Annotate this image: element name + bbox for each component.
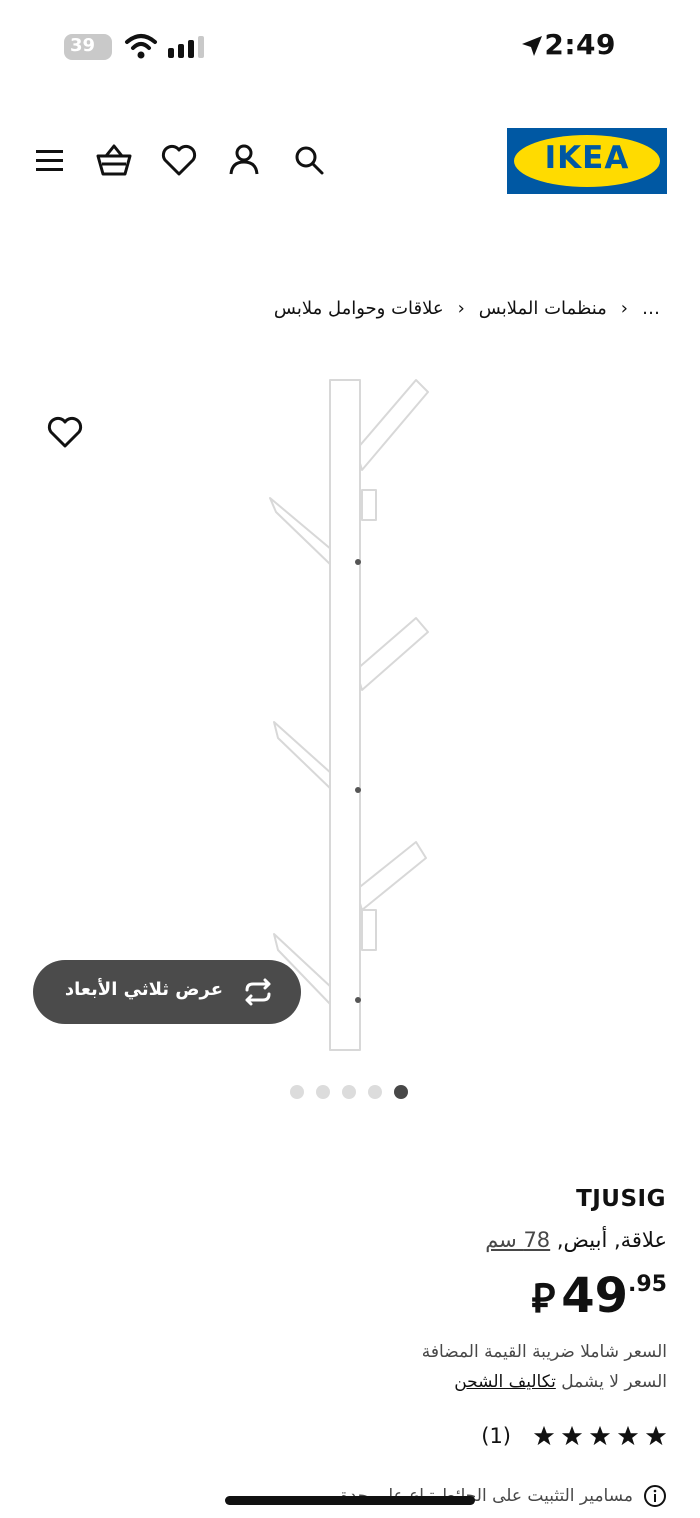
carousel-dot[interactable] — [368, 1085, 382, 1099]
star-icon — [617, 1425, 639, 1446]
view-3d-button[interactable]: عرض ثلاثي الأبعاد — [33, 960, 301, 1024]
shipping-costs-link[interactable]: تكاليف الشحن — [454, 1372, 556, 1392]
favorites-icon[interactable] — [159, 140, 199, 180]
logo-text: IKEA — [544, 140, 630, 176]
breadcrumb-ellipsis[interactable]: … — [642, 298, 660, 319]
product-image[interactable] — [250, 370, 450, 1060]
add-to-favorites-icon[interactable] — [46, 414, 84, 450]
shipping-note: السعر لا يشمل تكاليف الشحن — [454, 1372, 667, 1392]
chevron-left-icon: ‹ — [620, 298, 628, 319]
carousel-dot[interactable] — [290, 1085, 304, 1099]
carousel-dot-active[interactable] — [394, 1085, 408, 1099]
star-icon — [561, 1425, 583, 1446]
star-icon — [589, 1425, 611, 1446]
carousel-dot[interactable] — [316, 1085, 330, 1099]
shipping-prefix: السعر لا يشمل — [561, 1372, 667, 1392]
carousel-dot[interactable] — [342, 1085, 356, 1099]
riyal-currency-icon: ⃁ — [531, 1276, 556, 1322]
menu-icon[interactable] — [30, 140, 70, 180]
product-description: علاقة, أبيض, 78 سم — [485, 1228, 667, 1252]
signal-icon — [168, 36, 204, 58]
shopping-bag-icon[interactable] — [94, 140, 134, 180]
search-icon[interactable] — [289, 140, 329, 180]
vat-note: السعر شاملا ضريبة القيمة المضافة — [421, 1342, 667, 1362]
product-type: علاقة, أبيض, — [556, 1228, 667, 1252]
rotate-3d-icon — [245, 978, 271, 1006]
view-3d-label: عرض ثلاثي الأبعاد — [64, 979, 223, 1000]
price-decimal: .95 — [628, 1272, 667, 1297]
breadcrumb: … ‹ منظمات الملابس ‹ علاقات وحوامل ملابس — [274, 298, 660, 319]
ikea-logo[interactable]: IKEA — [507, 128, 667, 194]
chevron-left-icon: ‹ — [457, 298, 465, 319]
location-arrow-icon — [522, 36, 542, 56]
wifi-icon — [125, 34, 157, 59]
rating-count: (1) — [481, 1424, 511, 1448]
carousel-dots — [290, 1085, 408, 1099]
breadcrumb-item[interactable]: علاقات وحوامل ملابس — [274, 298, 444, 319]
star-icon — [645, 1425, 667, 1446]
product-rating[interactable]: (1) — [481, 1424, 667, 1448]
account-icon[interactable] — [224, 140, 264, 180]
breadcrumb-item[interactable]: منظمات الملابس — [479, 298, 607, 319]
battery-indicator: 39 — [64, 34, 112, 60]
star-icon — [533, 1425, 555, 1446]
battery-level: 39 — [70, 35, 96, 56]
price-integer: 49 — [561, 1268, 629, 1324]
status-time: 2:49 — [544, 28, 616, 61]
info-icon — [644, 1485, 666, 1507]
product-price: ⃁ 49 .95 — [531, 1268, 667, 1324]
product-size-link[interactable]: 78 سم — [485, 1228, 550, 1252]
product-name: TJUSIG — [576, 1186, 666, 1212]
home-indicator[interactable] — [225, 1496, 475, 1505]
